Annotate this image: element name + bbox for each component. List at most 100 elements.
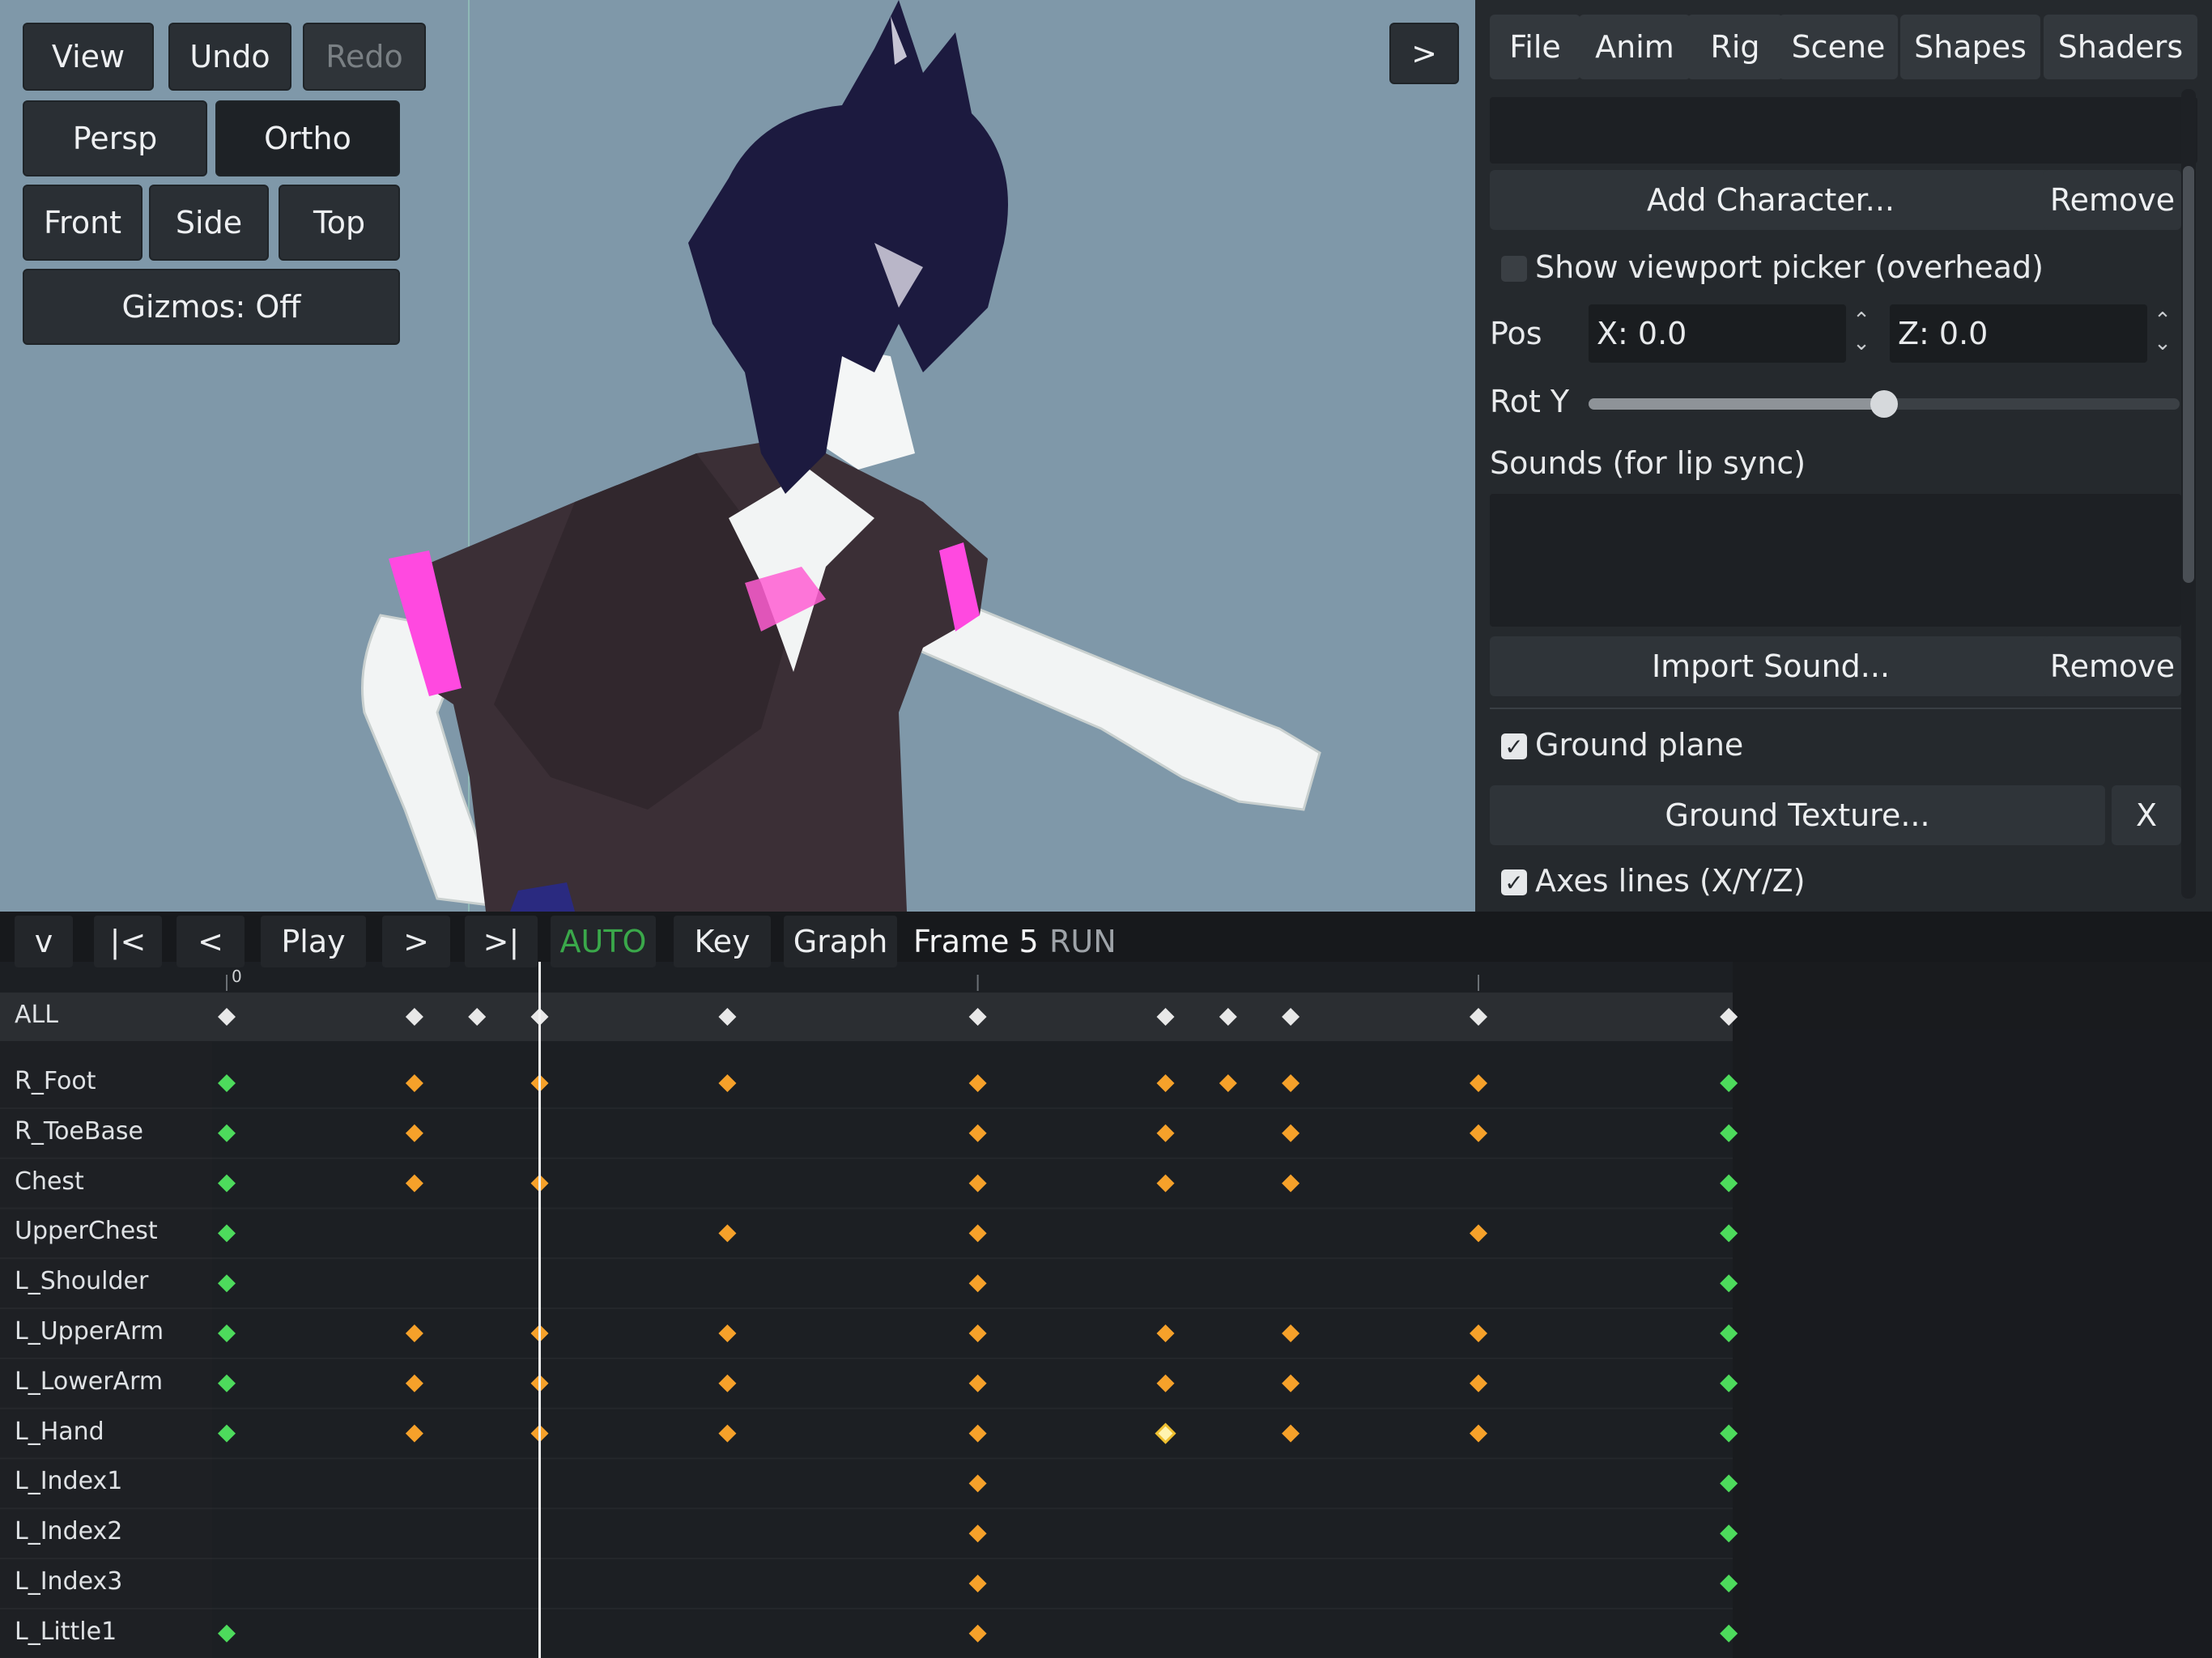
position-x-stepper[interactable]: ⌃ ⌄ [1849, 309, 1874, 355]
tab-shaders[interactable]: Shaders [2044, 15, 2197, 79]
remove-character-button[interactable]: Remove [2044, 170, 2181, 230]
tab-scene[interactable]: Scene [1779, 15, 1898, 79]
keyframe[interactable] [1470, 1124, 1487, 1142]
all-keyframe[interactable] [1156, 1008, 1175, 1026]
keyframe[interactable] [1720, 1575, 1738, 1592]
all-keyframe[interactable] [405, 1008, 423, 1026]
redo-button[interactable]: Redo [303, 23, 426, 91]
selected-keyframe[interactable] [1155, 1422, 1176, 1444]
keyframe[interactable] [1282, 1374, 1300, 1392]
keyframe[interactable] [1156, 1074, 1175, 1092]
keyframe[interactable] [968, 1124, 987, 1142]
keyframe[interactable] [1720, 1324, 1738, 1342]
keyframe[interactable] [218, 1124, 236, 1142]
all-keyframe[interactable] [1470, 1008, 1487, 1026]
side-view-button[interactable]: Side [149, 185, 269, 261]
import-sound-button[interactable]: Import Sound... [1490, 636, 2052, 696]
gizmos-toggle-button[interactable]: Gizmos: Off [23, 269, 400, 345]
clear-texture-button[interactable]: X [2112, 785, 2181, 845]
keyframe[interactable] [968, 1575, 987, 1592]
keyframe[interactable] [1282, 1324, 1300, 1342]
keyframe[interactable] [218, 1074, 236, 1092]
keyframe[interactable] [718, 1074, 737, 1092]
all-keyframe[interactable] [1282, 1008, 1300, 1026]
keyframe[interactable] [218, 1424, 236, 1443]
sounds-list[interactable] [1490, 494, 2181, 627]
keyframe[interactable] [968, 1074, 987, 1092]
keyframe[interactable] [1720, 1374, 1738, 1392]
add-character-button[interactable]: Add Character... [1490, 170, 2052, 230]
tab-rig[interactable]: Rig [1687, 15, 1783, 79]
keyframe[interactable] [1720, 1124, 1738, 1142]
keyframe[interactable] [1156, 1374, 1175, 1392]
perspective-button[interactable]: Persp [23, 100, 207, 176]
keyframe[interactable] [218, 1624, 236, 1643]
ground-texture-button[interactable]: Ground Texture... [1490, 785, 2105, 845]
tab-shapes[interactable]: Shapes [1900, 15, 2040, 79]
ground-plane-checkbox[interactable]: ✓ [1501, 733, 1527, 760]
keyframe[interactable] [218, 1174, 236, 1192]
position-x-field[interactable]: X: 0.0 [1589, 304, 1846, 363]
all-keyframe[interactable] [1720, 1008, 1738, 1026]
position-z-stepper[interactable]: ⌃ ⌄ [2150, 309, 2175, 355]
remove-sound-button[interactable]: Remove [2044, 636, 2181, 696]
viewport-picker-checkbox[interactable] [1501, 256, 1527, 282]
keyframe[interactable] [968, 1474, 987, 1493]
keyframe[interactable] [1156, 1324, 1175, 1342]
keyframe[interactable] [218, 1274, 236, 1293]
keyframe[interactable] [1470, 1374, 1487, 1392]
all-keyframe[interactable] [468, 1008, 487, 1026]
keyframe[interactable] [1720, 1474, 1738, 1493]
top-view-button[interactable]: Top [279, 185, 400, 261]
keyframe[interactable] [718, 1374, 737, 1392]
keyframe[interactable] [968, 1624, 987, 1643]
keyframe[interactable] [968, 1374, 987, 1392]
all-keyframe[interactable] [218, 1008, 236, 1026]
expand-panel-button[interactable]: > [1389, 23, 1459, 84]
keyframe[interactable] [968, 1324, 987, 1342]
keyframe[interactable] [718, 1424, 737, 1443]
keyframe[interactable] [1470, 1224, 1487, 1243]
keyframe[interactable] [405, 1374, 423, 1392]
keyframe[interactable] [1720, 1274, 1738, 1293]
keyframe[interactable] [968, 1224, 987, 1243]
keyframe[interactable] [1282, 1074, 1300, 1092]
character-list[interactable] [1490, 97, 2197, 164]
keyframe[interactable] [1156, 1124, 1175, 1142]
keyframe[interactable] [405, 1324, 423, 1342]
keyframe[interactable] [405, 1424, 423, 1443]
keyframe[interactable] [1282, 1174, 1300, 1192]
keyframe[interactable] [1470, 1074, 1487, 1092]
keyframe[interactable] [968, 1524, 987, 1543]
keyframe[interactable] [1156, 1174, 1175, 1192]
all-keyframe[interactable] [1219, 1008, 1237, 1026]
keyframe[interactable] [968, 1424, 987, 1443]
keyframe[interactable] [718, 1224, 737, 1243]
keyframe[interactable] [1470, 1424, 1487, 1443]
keyframe[interactable] [405, 1124, 423, 1142]
position-z-field[interactable]: Z: 0.0 [1890, 304, 2147, 363]
keyframe[interactable] [1720, 1224, 1738, 1243]
orthographic-button[interactable]: Ortho [215, 100, 400, 176]
keyframe[interactable] [1282, 1124, 1300, 1142]
keyframe[interactable] [968, 1174, 987, 1192]
panel-scrollbar-thumb[interactable] [2183, 166, 2194, 583]
3d-viewport[interactable]: View Undo Redo Persp Ortho Front Side To… [0, 0, 1475, 912]
keyframe[interactable] [1720, 1174, 1738, 1192]
keyframe[interactable] [218, 1374, 236, 1392]
keyframe[interactable] [1720, 1524, 1738, 1543]
view-menu-button[interactable]: View [23, 23, 154, 91]
keyframe[interactable] [1219, 1074, 1237, 1092]
keyframe[interactable] [1470, 1324, 1487, 1342]
front-view-button[interactable]: Front [23, 185, 143, 261]
keyframe[interactable] [405, 1174, 423, 1192]
all-keyframe[interactable] [968, 1008, 987, 1026]
keyframe[interactable] [405, 1074, 423, 1092]
all-keyframe[interactable] [718, 1008, 737, 1026]
axes-lines-checkbox[interactable]: ✓ [1501, 869, 1527, 896]
rotation-y-slider-handle[interactable] [1870, 390, 1898, 418]
keyframe[interactable] [718, 1324, 737, 1342]
keyframe[interactable] [1720, 1624, 1738, 1643]
tab-anim[interactable]: Anim [1579, 15, 1691, 79]
keyframe[interactable] [968, 1274, 987, 1293]
